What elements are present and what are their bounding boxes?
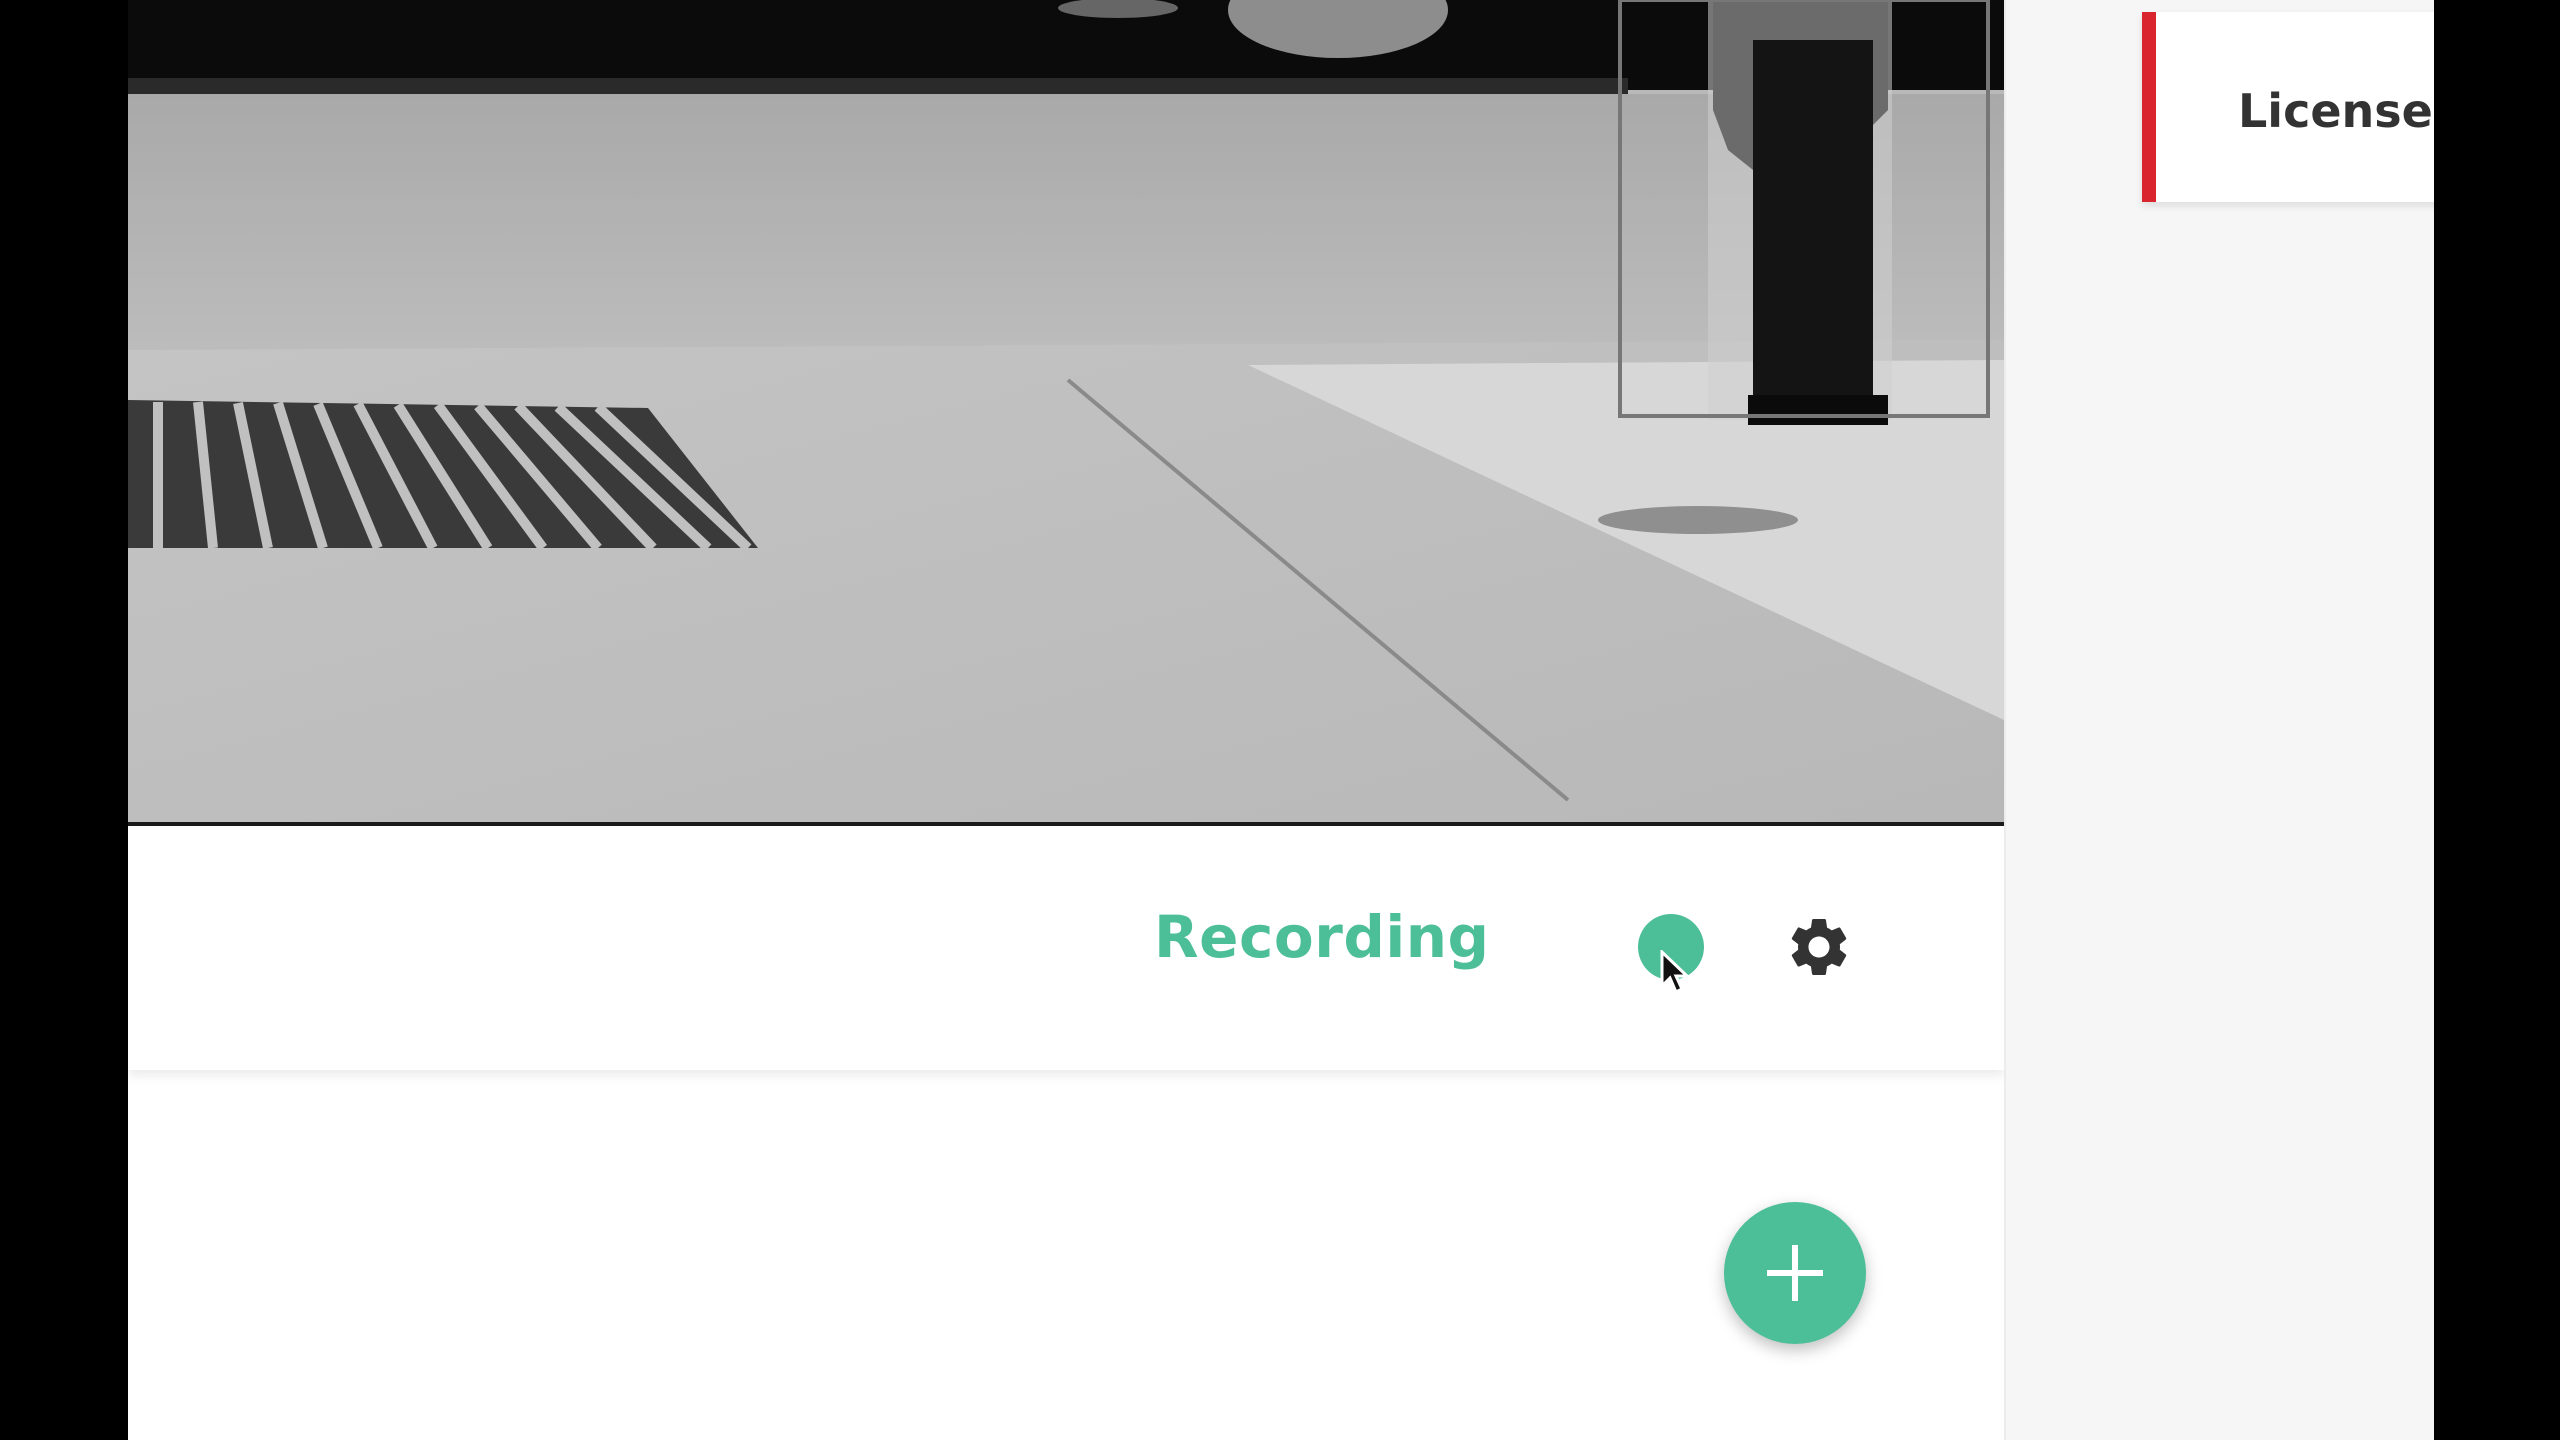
camera-controls-bar bbox=[128, 826, 2004, 1070]
camera-panel bbox=[128, 0, 2004, 1440]
side-panel: License p bbox=[2004, 0, 2434, 1440]
license-card-title: License p bbox=[2238, 84, 2434, 138]
add-button[interactable] bbox=[1724, 1202, 1866, 1344]
app-screen: Recording License p bbox=[0, 0, 2560, 1440]
gear-icon bbox=[1791, 918, 1847, 975]
camera-feed[interactable] bbox=[128, 0, 2004, 826]
plus-icon bbox=[1767, 1245, 1823, 1301]
settings-button[interactable] bbox=[1784, 912, 1854, 982]
record-toggle-button[interactable] bbox=[1638, 914, 1704, 980]
camera-image bbox=[128, 0, 2004, 822]
license-card[interactable]: License p bbox=[2142, 12, 2434, 202]
recording-status-label: Recording bbox=[1154, 903, 1490, 971]
